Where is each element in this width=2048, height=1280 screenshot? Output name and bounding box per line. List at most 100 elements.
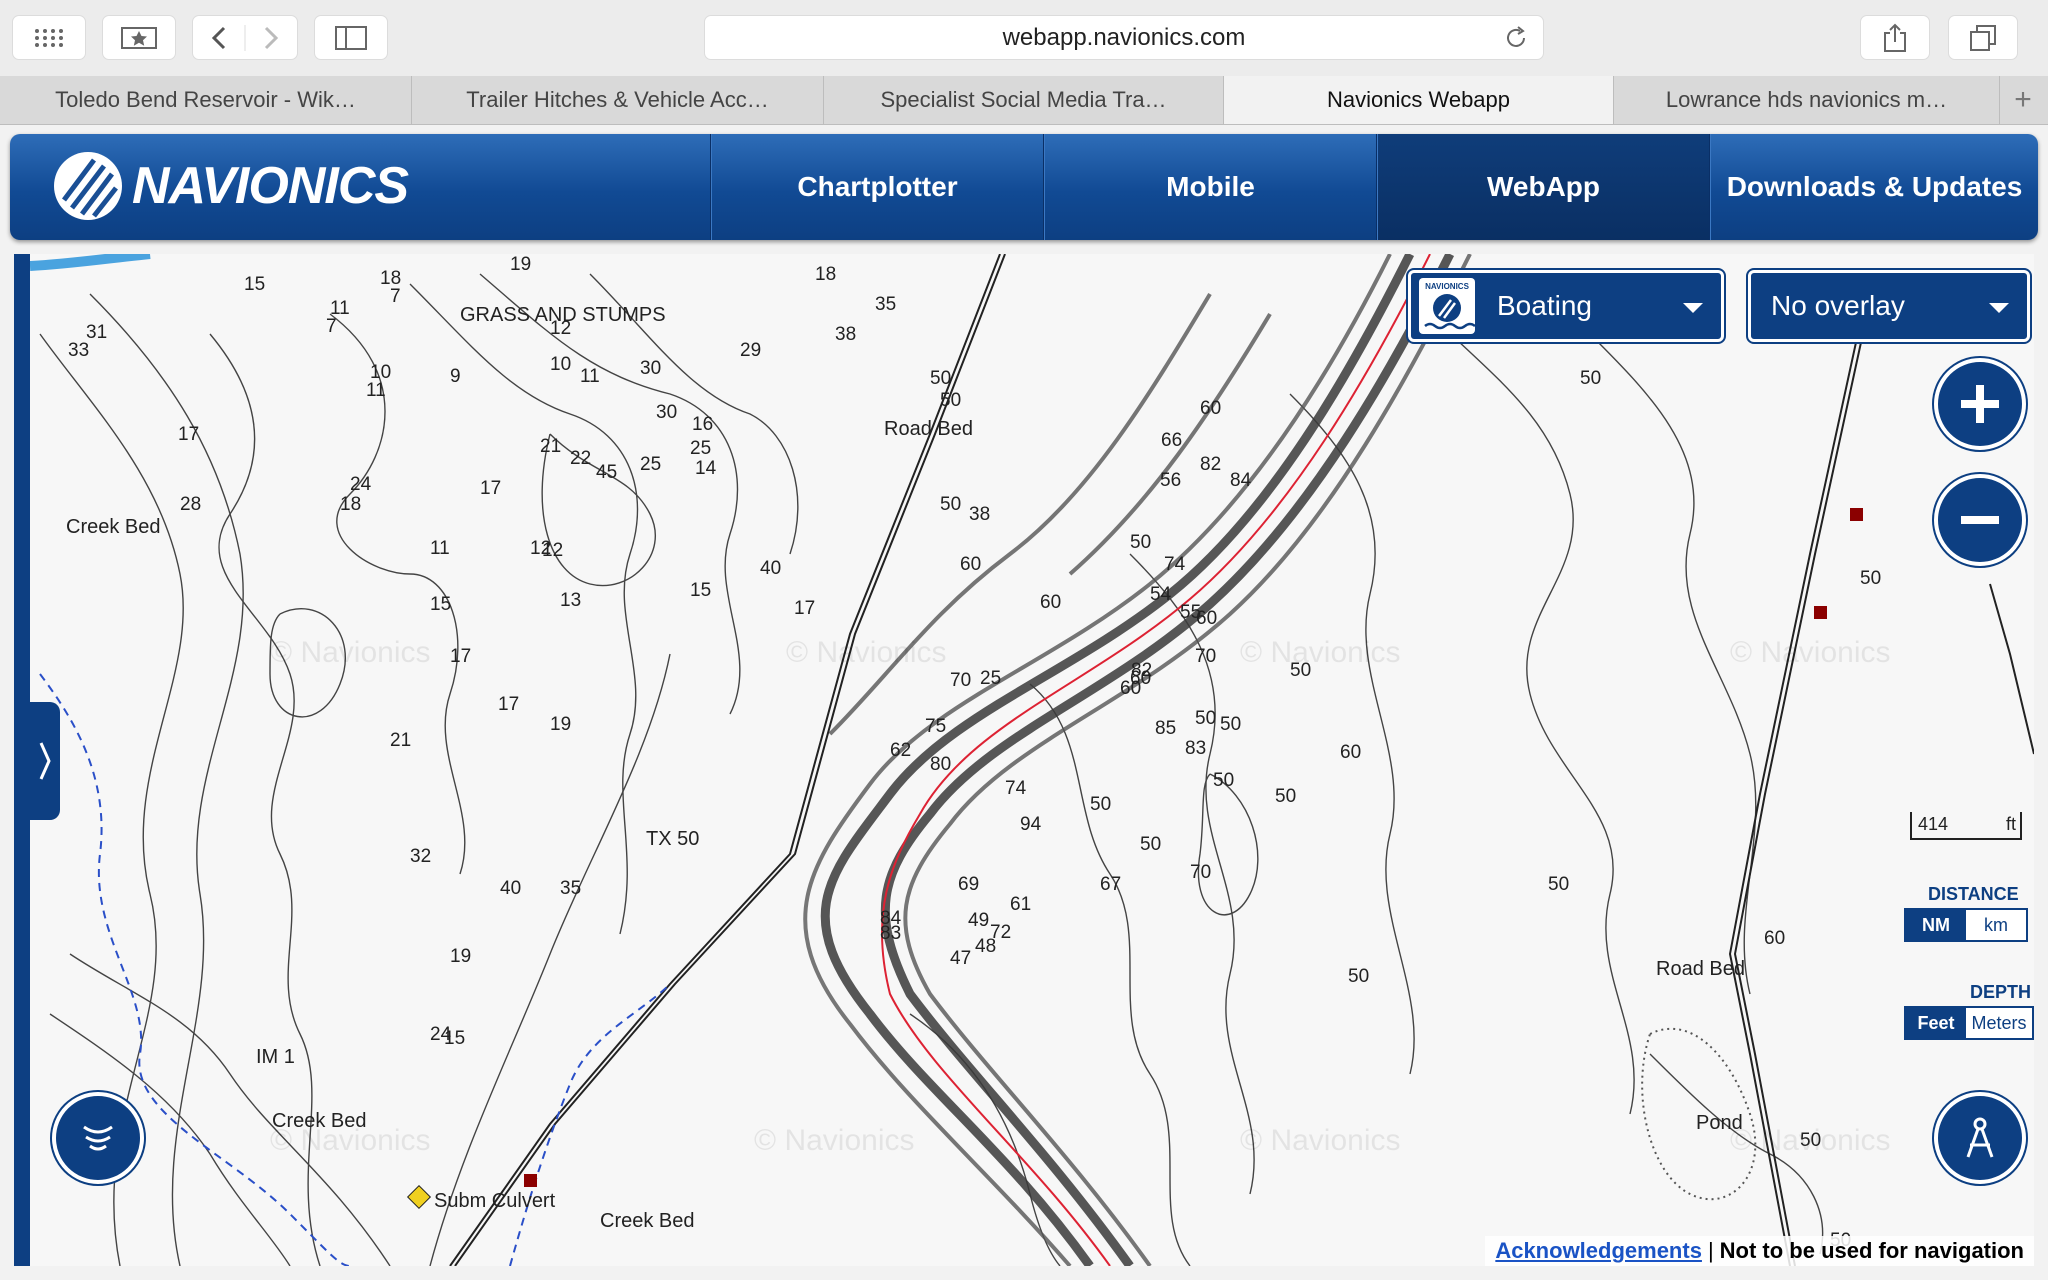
nav-webapp[interactable]: WebApp bbox=[1376, 134, 1710, 240]
side-panel-toggle[interactable] bbox=[30, 702, 60, 820]
navionics-logo[interactable]: NAVIONICS bbox=[50, 148, 409, 224]
badge-text: NAVIONICS bbox=[1425, 282, 1470, 291]
depth-meters-option[interactable]: Meters bbox=[1966, 1008, 2032, 1038]
depth-feet-option[interactable]: Feet bbox=[1906, 1008, 1967, 1038]
site-nav: NAVIONICS Chartplotter Mobile WebApp Dow… bbox=[10, 134, 2038, 240]
boating-select[interactable]: NAVIONICS Boating bbox=[1406, 268, 1726, 344]
watermark: © Navionics bbox=[1730, 636, 1891, 669]
depth-sounding: 50 bbox=[1580, 368, 1602, 389]
watermark: © Navionics bbox=[1240, 636, 1401, 669]
depth-sounding: 28 bbox=[180, 494, 202, 515]
depth-sounding: 60 bbox=[1340, 742, 1362, 763]
watermark: © Navionics bbox=[1240, 1124, 1401, 1157]
depth-sounding: 94 bbox=[1020, 814, 1042, 835]
depth-sounding: 15 bbox=[690, 580, 712, 601]
acknowledgements-link[interactable]: Acknowledgements bbox=[1495, 1238, 1702, 1264]
depth-sounding: 17 bbox=[178, 424, 200, 445]
depth-sounding: 7 bbox=[326, 316, 337, 337]
minus-icon bbox=[1961, 516, 1999, 524]
map-label: Creek Bed bbox=[272, 1110, 367, 1132]
depth-sounding: 80 bbox=[930, 754, 952, 775]
tab-trailer[interactable]: Trailer Hitches & Vehicle Acc… bbox=[412, 76, 824, 124]
depth-sounding: 38 bbox=[969, 504, 991, 525]
chevron-right-icon bbox=[39, 742, 51, 780]
depth-sounding: 24 bbox=[350, 474, 372, 495]
depth-sounding: 16 bbox=[692, 414, 714, 435]
scale-unit: ft bbox=[2005, 814, 2016, 834]
depth-sounding: 19 bbox=[450, 946, 472, 967]
depth-sounding: 19 bbox=[510, 254, 532, 275]
tab-social[interactable]: Specialist Social Media Tra… bbox=[824, 76, 1224, 124]
compass-route-icon bbox=[1966, 1117, 1994, 1158]
new-tab-button[interactable]: + bbox=[1998, 76, 2048, 124]
share-icon[interactable] bbox=[1860, 15, 1930, 60]
depth-sounding: 50 bbox=[1275, 786, 1297, 807]
navionics-logo-icon bbox=[54, 152, 122, 220]
chart-map[interactable]: © Navionics © Navionics © Navionics © Na… bbox=[14, 254, 2034, 1266]
depth-sounding: 17 bbox=[480, 478, 502, 499]
nav-chartplotter[interactable]: Chartplotter bbox=[710, 134, 1044, 240]
boating-select-value: Boating bbox=[1497, 290, 1592, 321]
depth-sounding: 35 bbox=[560, 878, 582, 899]
map-label: Creek Bed bbox=[600, 1210, 695, 1232]
overlay-select[interactable]: No overlay bbox=[1746, 268, 2032, 344]
logo-text: NAVIONICS bbox=[132, 157, 409, 215]
depth-sounding: 84 bbox=[1230, 470, 1252, 491]
depth-sounding: 50 bbox=[1090, 794, 1112, 815]
distance-nm-option[interactable]: NM bbox=[1906, 910, 1966, 940]
depth-sounding: 15 bbox=[430, 594, 452, 615]
depth-sounding: 30 bbox=[656, 402, 678, 423]
tab-label: Navionics Webapp bbox=[1326, 87, 1511, 112]
tab-label: Trailer Hitches & Vehicle Acc… bbox=[466, 87, 769, 112]
depth-sounding: 62 bbox=[890, 740, 912, 761]
depth-sounding: 50 bbox=[1800, 1130, 1822, 1151]
sonar-button[interactable] bbox=[52, 1092, 144, 1184]
tab-lowrance[interactable]: Lowrance hds navionics m… bbox=[1614, 76, 2000, 124]
zoom-out-button[interactable] bbox=[1934, 474, 2026, 566]
plus-icon bbox=[1961, 385, 1999, 423]
route-button[interactable] bbox=[1934, 1092, 2026, 1184]
map-label: Pond bbox=[1696, 1112, 1743, 1134]
depth-sounding: 21 bbox=[390, 730, 412, 751]
grid-icon[interactable] bbox=[12, 15, 86, 60]
navigation-disclaimer: Not to be used for navigation bbox=[1719, 1238, 2024, 1263]
depth-sounding: 45 bbox=[596, 462, 618, 483]
depth-sounding: 30 bbox=[640, 358, 662, 379]
depth-sounding: 7 bbox=[390, 286, 401, 307]
tabs-overview-icon[interactable] bbox=[1948, 15, 2018, 60]
depth-sounding: 38 bbox=[835, 324, 857, 345]
nav-label: WebApp bbox=[1486, 171, 1601, 202]
address-bar[interactable]: webapp.navionics.com bbox=[704, 15, 1544, 60]
depth-sounding: 60 bbox=[1764, 928, 1786, 949]
depth-sounding: 60 bbox=[960, 554, 982, 575]
reload-icon[interactable] bbox=[1503, 25, 1529, 51]
map-footer: Acknowledgements | Not to be used for na… bbox=[1485, 1236, 2034, 1266]
back-forward-buttons[interactable] bbox=[192, 15, 298, 60]
depth-sounding: 22 bbox=[570, 448, 592, 469]
depth-sounding: 70 bbox=[950, 670, 972, 691]
depth-sounding: 50 bbox=[1213, 770, 1235, 791]
depth-sounding: 35 bbox=[875, 294, 897, 315]
bookmarks-icon[interactable] bbox=[102, 15, 176, 60]
tab-toledo[interactable]: Toledo Bend Reservoir - Wik… bbox=[0, 76, 412, 124]
distance-toggle: NM km bbox=[1904, 908, 2028, 942]
map-label: Subm Culvert bbox=[434, 1190, 556, 1212]
zoom-in-button[interactable] bbox=[1934, 358, 2026, 450]
sidebar-icon[interactable] bbox=[314, 15, 388, 60]
depth-sounding: 17 bbox=[450, 646, 472, 667]
nav-label: Downloads & Updates bbox=[1726, 171, 2023, 202]
nav-downloads[interactable]: Downloads & Updates bbox=[1709, 134, 2038, 240]
distance-label: DISTANCE bbox=[1928, 884, 2019, 904]
depth-sounding: 74 bbox=[1005, 778, 1027, 799]
depth-sounding: 11 bbox=[430, 538, 450, 559]
chevron-down-icon bbox=[1683, 303, 1703, 313]
nav-mobile[interactable]: Mobile bbox=[1043, 134, 1377, 240]
depth-sounding: 11 bbox=[366, 380, 386, 401]
depth-sounding: 83 bbox=[1185, 738, 1207, 759]
depth-sounding: 50 bbox=[1140, 834, 1162, 855]
distance-km-option[interactable]: km bbox=[1966, 910, 2026, 940]
map-label: TX 50 bbox=[646, 828, 700, 850]
nav-label: Mobile bbox=[1166, 171, 1255, 202]
tab-navionics[interactable]: Navionics Webapp bbox=[1224, 76, 1614, 124]
navionics-badge-icon: NAVIONICS bbox=[1419, 278, 1475, 334]
